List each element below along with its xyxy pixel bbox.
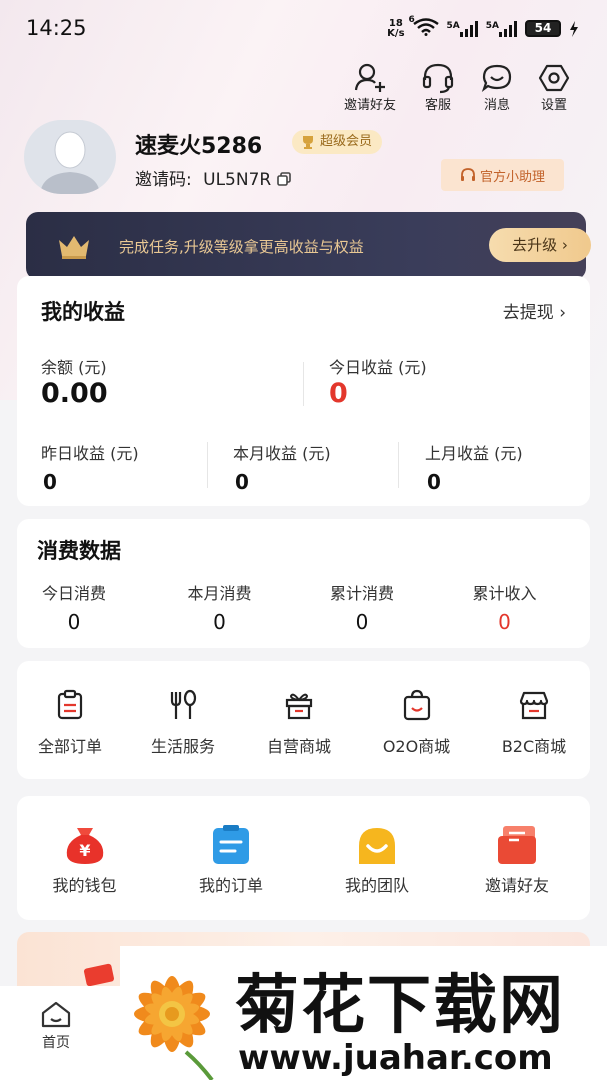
self-mall-button[interactable]: 自营商城 bbox=[243, 689, 355, 757]
all-orders-button[interactable]: 全部订单 bbox=[17, 689, 123, 757]
upgrade-banner: 完成任务,升级等级拿更高收益与权益 去升级 › bbox=[26, 212, 591, 280]
official-helper-button[interactable]: 官方小助理 bbox=[441, 159, 564, 191]
default-avatar-icon bbox=[40, 131, 100, 194]
invite-code-row[interactable]: 邀请码: UL5N7R bbox=[135, 165, 291, 190]
settings-button[interactable]: 设置 bbox=[537, 62, 571, 113]
invite-friends-button[interactable]: 邀请好友 bbox=[344, 62, 396, 113]
today-consumption: 今日消费 0 bbox=[41, 584, 106, 634]
fork-spoon-icon bbox=[170, 689, 197, 719]
flower-logo-icon bbox=[134, 976, 214, 1080]
shortcuts-card: ¥ 我的钱包 我的订单 我的团队 邀请好友 bbox=[17, 796, 590, 920]
balance-label: 余额 (元) bbox=[41, 358, 107, 377]
status-bar: 14:25 18 K/s 6 5A 5A 54 bbox=[0, 0, 607, 56]
month-earnings-value: 0 bbox=[235, 470, 249, 494]
earnings-title: 我的收益 bbox=[41, 300, 125, 324]
customer-service-button[interactable]: 客服 bbox=[421, 62, 455, 113]
home-icon bbox=[41, 1001, 71, 1028]
invite-card-icon bbox=[498, 826, 536, 864]
network-speed: 18 K/s bbox=[387, 17, 405, 39]
vip-badge: 超级会员 bbox=[292, 130, 383, 154]
message-icon bbox=[481, 64, 512, 92]
invite-friend-icon bbox=[354, 63, 385, 92]
b2c-mall-button[interactable]: B2C商城 bbox=[478, 689, 590, 757]
message-button[interactable]: 消息 bbox=[480, 62, 514, 113]
battery-icon: 54 bbox=[525, 20, 561, 37]
shopping-bag-icon bbox=[403, 689, 430, 721]
wallet-bag-icon: ¥ bbox=[66, 828, 103, 864]
invite-friends-shortcut[interactable]: 邀请好友 bbox=[444, 824, 590, 896]
month-earnings-label: 本月收益 (元) bbox=[233, 444, 331, 463]
charging-icon bbox=[570, 20, 578, 37]
total-income: 累计收入 0 bbox=[472, 584, 537, 634]
headphone-icon bbox=[460, 168, 475, 181]
team-smile-icon bbox=[359, 828, 395, 864]
user-name: 速麦火5286 bbox=[135, 134, 263, 159]
clipboard-icon bbox=[57, 689, 83, 720]
gift-box-icon bbox=[285, 693, 313, 720]
nav-home[interactable]: 首页 bbox=[40, 1000, 72, 1052]
my-orders-button[interactable]: 我的订单 bbox=[152, 824, 310, 896]
orders-card: 全部订单 生活服务 自营商城 O2O商城 B2C商城 bbox=[17, 661, 590, 779]
life-services-button[interactable]: 生活服务 bbox=[123, 689, 243, 757]
my-wallet-button[interactable]: ¥ 我的钱包 bbox=[17, 824, 152, 896]
watermark-title: 菊花下载网 bbox=[235, 969, 565, 1043]
my-team-button[interactable]: 我的团队 bbox=[310, 824, 444, 896]
signal-sim2-icon: 5A bbox=[486, 20, 517, 37]
last-month-earnings-label: 上月收益 (元) bbox=[425, 444, 523, 463]
consumption-card: 消费数据 今日消费 0 本月消费 0 累计消费 0 累计收入 0 bbox=[17, 519, 590, 648]
yesterday-earnings-label: 昨日收益 (元) bbox=[41, 444, 139, 463]
withdraw-link[interactable]: 去提现 › bbox=[503, 298, 566, 323]
watermark-url: www.juahar.com bbox=[238, 1038, 553, 1078]
signal-sim1-icon: 5A bbox=[447, 20, 478, 37]
order-clipboard-icon bbox=[213, 825, 249, 864]
avatar[interactable] bbox=[24, 120, 116, 194]
settings-icon bbox=[538, 64, 570, 92]
month-consumption: 本月消费 0 bbox=[187, 584, 252, 634]
balance-value: 0.00 bbox=[41, 378, 108, 409]
store-icon bbox=[519, 691, 549, 720]
crown-icon bbox=[59, 236, 89, 259]
earnings-card: 我的收益 去提现 › 余额 (元) 0.00 今日收益 (元) 0 昨日收益 (… bbox=[17, 276, 590, 506]
today-earnings-value: 0 bbox=[329, 378, 348, 409]
bottom-nav: 首页 bbox=[0, 986, 120, 1080]
headset-icon bbox=[422, 63, 454, 94]
today-earnings-label: 今日收益 (元) bbox=[329, 358, 427, 377]
invite-code-value: UL5N7R bbox=[203, 170, 272, 190]
status-time: 14:25 bbox=[26, 16, 87, 40]
yesterday-earnings-value: 0 bbox=[43, 470, 57, 494]
last-month-earnings-value: 0 bbox=[427, 470, 441, 494]
upgrade-button[interactable]: 去升级 › bbox=[489, 228, 591, 262]
total-consumption: 累计消费 0 bbox=[329, 584, 394, 634]
upgrade-banner-text: 完成任务,升级等级拿更高收益与权益 bbox=[119, 238, 364, 256]
copy-icon[interactable] bbox=[276, 172, 291, 186]
o2o-mall-button[interactable]: O2O商城 bbox=[355, 689, 478, 757]
svg-text:¥: ¥ bbox=[79, 841, 90, 860]
consumption-title: 消费数据 bbox=[37, 539, 121, 563]
wifi-icon: 6 bbox=[409, 15, 439, 39]
trophy-icon bbox=[303, 136, 313, 149]
watermark-overlay: 菊花下载网 www.juahar.com bbox=[120, 946, 607, 1080]
